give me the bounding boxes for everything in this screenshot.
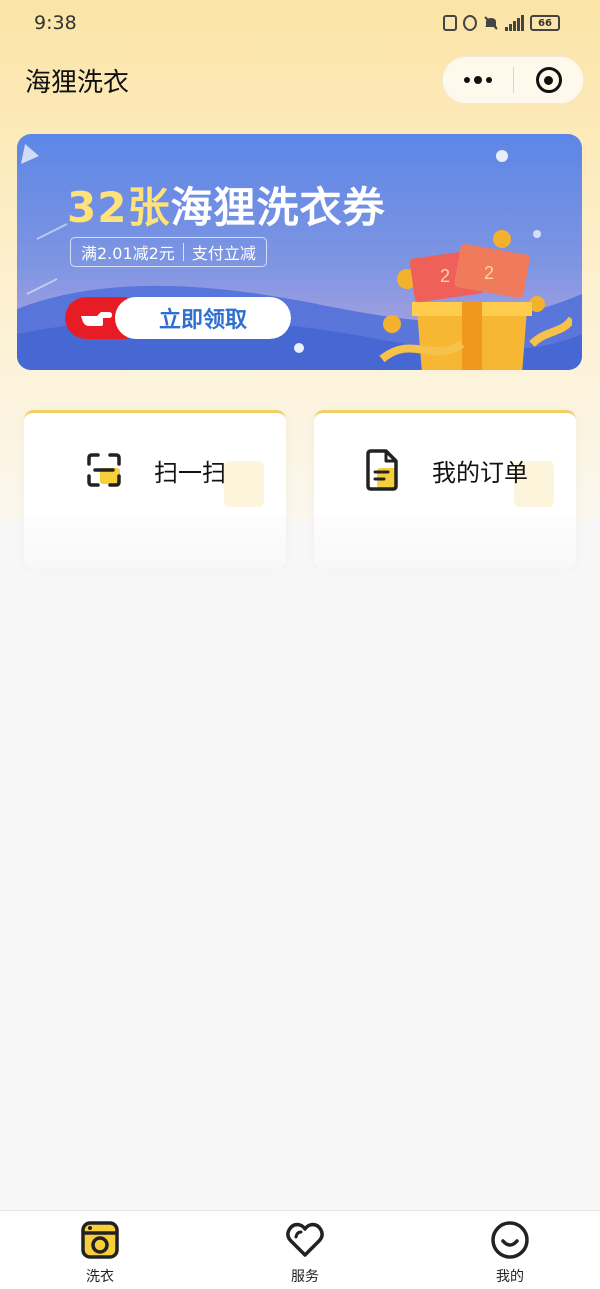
mute-icon: [484, 16, 498, 30]
alarm-icon: [463, 15, 477, 31]
signal-icon: [505, 15, 524, 31]
gift-box-illustration: 2 2: [379, 230, 572, 370]
banner-title-text: 海狸洗衣券: [170, 183, 386, 232]
card-footer: [24, 516, 286, 569]
bottom-tab-bar: 洗衣 服务 我的: [0, 1210, 600, 1289]
banner-condition-divider: [182, 243, 184, 261]
status-time: 9:38: [34, 12, 77, 34]
miniapp-capsule: [442, 56, 584, 104]
more-dot-icon: [486, 77, 492, 83]
tab-wash-label: 洗衣: [86, 1269, 114, 1285]
scan-card[interactable]: 扫一扫: [24, 410, 286, 569]
scan-icon: [87, 453, 121, 487]
status-icons: 66: [443, 15, 560, 31]
nfc-icon: [443, 15, 457, 31]
banner-title-count: 32张: [67, 183, 171, 232]
claim-button-label: 立即领取: [115, 297, 291, 339]
my-orders-card-content: 我的订单: [314, 435, 576, 505]
coupon-banner[interactable]: 32张海狸洗衣券 满2.01减2元 支付立减 立即领取 2 2: [17, 134, 582, 370]
smile-face-icon: [490, 1220, 530, 1260]
more-button[interactable]: [443, 57, 513, 103]
tab-mine-label: 我的: [496, 1269, 524, 1285]
svg-text:2: 2: [484, 263, 494, 283]
svg-text:2: 2: [440, 266, 450, 286]
page-title: 海狸洗衣: [25, 68, 130, 98]
action-cards: 扫一扫 我的订单: [24, 410, 576, 569]
my-orders-card[interactable]: 我的订单: [314, 410, 576, 569]
tab-service-label: 服务: [291, 1269, 319, 1285]
banner-title: 32张海狸洗衣券: [67, 174, 385, 235]
washing-machine-icon: [80, 1220, 120, 1260]
more-dot-icon: [464, 77, 470, 83]
order-document-icon: [366, 449, 398, 491]
claim-button[interactable]: 立即领取: [65, 297, 291, 339]
heart-icon: [285, 1220, 325, 1260]
banner-condition-text: 满2.01减2元: [81, 244, 175, 263]
close-miniapp-button[interactable]: [514, 67, 583, 93]
battery-icon: 66: [530, 15, 560, 31]
more-dot-icon: [474, 76, 482, 84]
tab-service[interactable]: 服务: [267, 1211, 343, 1289]
banner-condition: 满2.01减2元 支付立减: [70, 237, 267, 267]
my-orders-card-label: 我的订单: [432, 458, 528, 487]
card-footer: [314, 516, 576, 569]
status-bar: 9:38 66: [0, 0, 600, 46]
scan-card-label: 扫一扫: [154, 458, 226, 487]
tab-mine[interactable]: 我的: [472, 1211, 548, 1289]
target-icon: [535, 67, 562, 93]
tab-wash[interactable]: 洗衣: [62, 1211, 138, 1289]
scan-card-content: 扫一扫: [24, 435, 286, 505]
banner-condition-note: 支付立减: [191, 244, 256, 263]
